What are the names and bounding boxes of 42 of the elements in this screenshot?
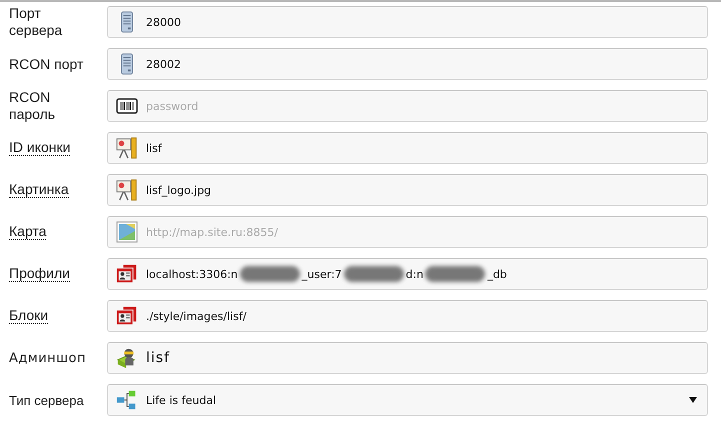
hierarchy-icon <box>116 389 138 411</box>
field-label[interactable]: Профили <box>9 266 70 282</box>
select-field[interactable]: Life is feudal <box>107 384 708 416</box>
easel-icon <box>116 179 138 201</box>
input-field[interactable]: lisf <box>107 132 708 164</box>
placeholder-text: password <box>146 100 198 112</box>
field-label: RCON порт <box>9 56 84 72</box>
input-field[interactable]: localhost:3306:n _user:7 d:n _db <box>107 258 708 290</box>
id-card-icon <box>116 263 138 285</box>
field-label[interactable]: Блоки <box>9 308 48 324</box>
easel-icon <box>116 137 138 159</box>
id-card-icon <box>116 305 138 327</box>
field-value: 28002 <box>146 58 181 70</box>
field-value: lisf_logo.jpg <box>146 184 212 196</box>
field-value: d:n <box>406 268 424 280</box>
input-field[interactable]: lisf_logo.jpg <box>107 174 708 206</box>
input-field[interactable]: lisf <box>107 342 708 374</box>
field-value: localhost:3306:n <box>146 268 238 280</box>
field-value: Life is feudal <box>146 394 216 406</box>
redaction-blur <box>344 266 404 282</box>
field-value: _user:7 <box>302 268 342 280</box>
field-value: lisf <box>146 142 162 154</box>
field-label: Тип сервера <box>9 392 84 408</box>
field-value: _db <box>487 268 507 280</box>
admin-figure-icon <box>116 347 138 369</box>
field-label[interactable]: ID иконки <box>9 140 70 156</box>
field-label: Порт сервера <box>9 5 64 39</box>
field-label: RCON пароль <box>9 89 56 123</box>
placeholder-text: http://map.site.ru:8855/ <box>146 226 278 238</box>
field-value: lisf <box>146 350 170 366</box>
map-icon <box>116 221 138 243</box>
redaction-blur <box>425 266 486 282</box>
input-field[interactable]: 28002 <box>107 48 708 80</box>
redaction-blur <box>240 266 300 282</box>
field-value: 28000 <box>146 16 181 28</box>
field-label[interactable]: Карта <box>9 224 46 240</box>
input-field[interactable]: 28000 <box>107 6 708 38</box>
field-label[interactable]: Картинка <box>9 182 69 198</box>
field-value: ./style/images/lisf/ <box>146 310 246 322</box>
field-label: Админшоп <box>9 350 86 366</box>
input-field[interactable]: ./style/images/lisf/ <box>107 300 708 332</box>
dropdown-caret-icon <box>689 396 697 404</box>
